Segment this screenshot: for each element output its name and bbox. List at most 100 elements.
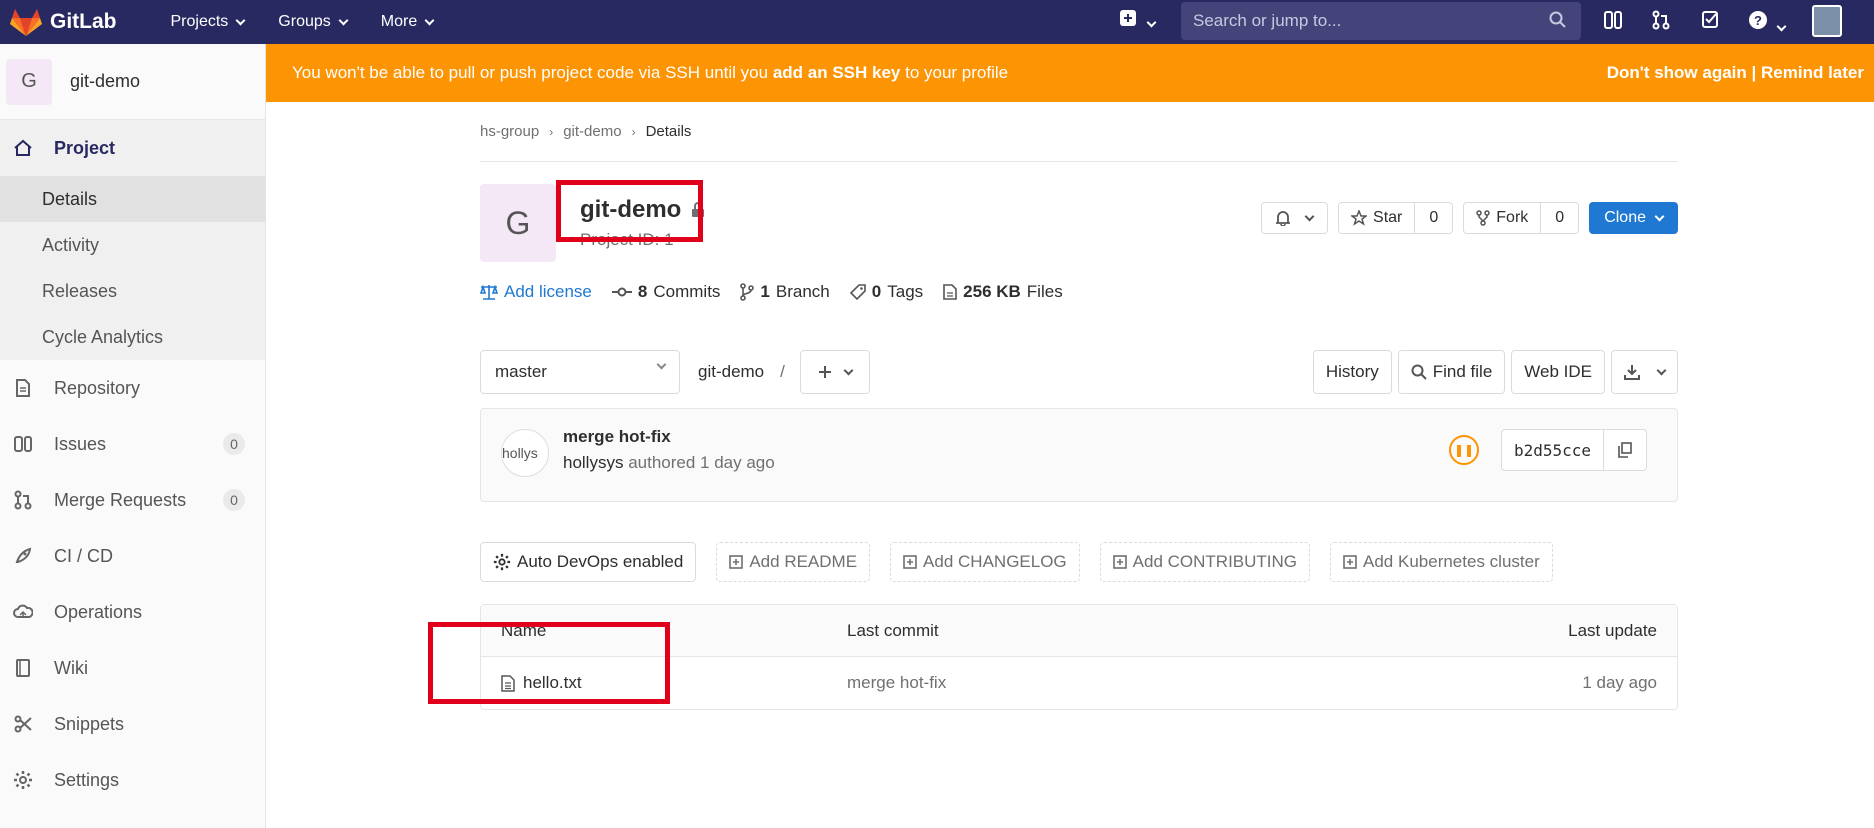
path-root-link[interactable]: git-demo <box>698 362 764 382</box>
fork-count[interactable]: 0 <box>1541 202 1580 234</box>
search-input[interactable]: Search or jump to... <box>1181 2 1581 40</box>
pipeline-paused-icon[interactable]: ❚❚ <box>1449 435 1479 465</box>
breadcrumb-project[interactable]: git-demo <box>563 123 621 140</box>
sidebar-subitem-details[interactable]: Details <box>0 176 265 222</box>
files-size: 256 KB <box>963 282 1021 301</box>
star-count[interactable]: 0 <box>1415 202 1454 234</box>
copy-sha-button[interactable] <box>1604 429 1648 471</box>
add-readme-button[interactable]: Add README <box>716 542 871 582</box>
sidebar-subitem-cycle-analytics[interactable]: Cycle Analytics <box>0 314 265 360</box>
auto-devops-button[interactable]: Auto DevOps enabled <box>480 542 697 582</box>
branch-label: Branch <box>775 282 830 301</box>
sidebar-item-operations[interactable]: Operations <box>0 584 265 640</box>
add-changelog-button[interactable]: Add CHANGELOG <box>890 542 1080 582</box>
dont-show-again-link[interactable]: Don't show again <box>1607 63 1747 82</box>
file-highlight-box <box>428 622 670 704</box>
branch-selector-value: master <box>495 362 547 381</box>
sidebar-item-merge-requests[interactable]: Merge Requests 0 <box>0 472 265 528</box>
branch-selector[interactable]: master <box>480 350 680 394</box>
breadcrumb-current[interactable]: Details <box>646 123 692 140</box>
notification-dropdown[interactable] <box>1261 202 1329 234</box>
tags-link[interactable]: 0 Tags <box>849 282 924 302</box>
nav-projects-label: Projects <box>170 13 229 30</box>
files-label: Files <box>1026 282 1063 301</box>
chevron-down-icon <box>1147 17 1157 28</box>
history-button[interactable]: History <box>1312 350 1392 394</box>
add-changelog-label: Add CHANGELOG <box>923 552 1067 571</box>
add-license-link[interactable]: Add license <box>480 282 592 302</box>
project-stats: Add license 8 Commits 1 Branch 0 Tags 25… <box>480 282 1063 302</box>
plus-square-icon <box>729 555 744 569</box>
sidebar-item-wiki[interactable]: Wiki <box>0 640 265 696</box>
breadcrumb: hs-group › git-demo › Details <box>480 102 1678 162</box>
banner-separator: | <box>1751 63 1757 82</box>
scale-icon <box>480 284 498 300</box>
add-license-label: Add license <box>504 282 592 301</box>
help-dropdown[interactable]: ? <box>1748 10 1787 35</box>
branch-count: 1 <box>760 282 770 301</box>
file-last-commit-link[interactable]: merge hot-fix <box>847 673 946 693</box>
breadcrumb-group[interactable]: hs-group <box>480 123 539 140</box>
add-contributing-button[interactable]: Add CONTRIBUTING <box>1099 542 1311 582</box>
fork-icon <box>1476 210 1491 226</box>
web-ide-button[interactable]: Web IDE <box>1511 350 1605 394</box>
files-link[interactable]: 256 KB Files <box>943 282 1063 302</box>
sidebar-item-issues[interactable]: Issues 0 <box>0 416 265 472</box>
user-avatar[interactable] <box>1812 5 1842 37</box>
sidebar-item-label: CI / CD <box>54 545 114 566</box>
gitlab-logo[interactable]: GitLab <box>10 7 117 37</box>
rocket-icon <box>12 547 34 565</box>
sidebar-item-ci-cd[interactable]: CI / CD <box>0 528 265 584</box>
add-ssh-key-link[interactable]: add an SSH key <box>773 63 901 83</box>
star-button[interactable]: Star <box>1338 202 1416 234</box>
commit-sha-button[interactable]: b2d55cce <box>1501 429 1605 471</box>
plus-square-icon <box>903 555 917 569</box>
find-file-button[interactable]: Find file <box>1397 350 1506 394</box>
sidebar-item-settings[interactable]: Settings <box>0 752 265 808</box>
sidebar-subitem-releases[interactable]: Releases <box>0 268 265 314</box>
sidebar-item-label: Snippets <box>54 713 125 734</box>
sidebar-item-snippets[interactable]: Snippets <box>0 696 265 752</box>
clone-button[interactable]: Clone <box>1589 202 1678 234</box>
chevron-right-icon: › <box>631 124 636 139</box>
title-highlight-box <box>556 180 703 242</box>
add-kubernetes-button[interactable]: Add Kubernetes cluster <box>1330 542 1553 582</box>
new-item-dropdown[interactable] <box>1120 10 1157 31</box>
remind-later-link[interactable]: Remind later <box>1761 63 1864 82</box>
nav-groups-label: Groups <box>278 13 331 30</box>
nav-groups[interactable]: Groups <box>278 13 349 31</box>
repository-actions: History Find file Web IDE <box>1312 350 1678 394</box>
commit-author-avatar[interactable]: hollys <box>501 429 549 477</box>
nav-projects[interactable]: Projects <box>170 13 246 31</box>
main-content: hs-group › git-demo › Details G git-demo… <box>428 102 1678 710</box>
add-to-tree-dropdown[interactable] <box>800 350 870 394</box>
commit-title-link[interactable]: merge hot-fix <box>563 427 671 447</box>
merge-requests-nav-icon[interactable] <box>1652 10 1670 35</box>
sidebar-item-label: Project <box>54 137 116 158</box>
project-actions: Star 0 Fork 0 Clone <box>1261 202 1678 234</box>
add-contributing-label: Add CONTRIBUTING <box>1132 552 1298 571</box>
issues-nav-icon[interactable] <box>1604 10 1622 35</box>
project-shortcuts: Auto DevOps enabled Add README Add CHANG… <box>480 542 1553 582</box>
tags-label: Tags <box>887 282 924 301</box>
download-icon <box>1624 365 1640 380</box>
sidebar-project-header[interactable]: G git-demo <box>0 44 265 120</box>
nav-more[interactable]: More <box>381 13 435 31</box>
commits-label: Commits <box>653 282 721 301</box>
commit-author-link[interactable]: hollysys <box>563 453 623 472</box>
branches-link[interactable]: 1 Branch <box>740 282 830 302</box>
home-icon <box>12 139 34 157</box>
commits-link[interactable]: 8 Commits <box>611 282 721 302</box>
chevron-down-icon <box>338 15 349 25</box>
gear-icon <box>493 553 511 571</box>
sidebar-item-repository[interactable]: Repository <box>0 360 265 416</box>
fork-label: Fork <box>1496 209 1529 226</box>
sidebar-item-project[interactable]: Project <box>0 120 265 176</box>
repo-path: git-demo / <box>698 350 785 394</box>
download-dropdown[interactable] <box>1611 350 1678 394</box>
fork-button[interactable]: Fork <box>1463 202 1542 234</box>
todos-nav-icon[interactable] <box>1702 10 1720 35</box>
sidebar-subitem-activity[interactable]: Activity <box>0 222 265 268</box>
book-icon <box>12 659 34 677</box>
chevron-down-icon <box>843 365 853 375</box>
